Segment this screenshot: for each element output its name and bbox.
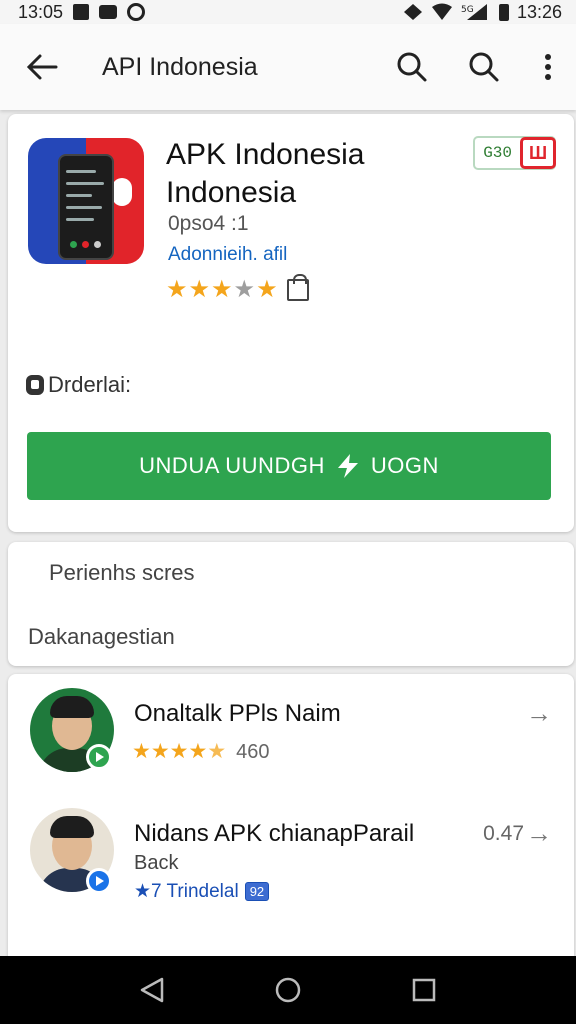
install-button[interactable]: UNDUA UUNDGH UOGN	[27, 432, 551, 500]
nav-home-button[interactable]	[258, 960, 318, 1020]
play-badge-icon	[86, 744, 112, 770]
more-vert-icon	[545, 54, 551, 80]
search-button-2[interactable]	[448, 24, 520, 110]
star-half-icon: ★	[207, 740, 227, 763]
list-item-blue-text: ★7 Trindelal	[134, 881, 239, 902]
circle-home-icon	[275, 977, 301, 1003]
app-meta: 0pso4 :1	[168, 212, 249, 235]
search-icon	[469, 52, 499, 82]
description-row[interactable]: Dakanagestian	[28, 624, 175, 650]
data-icon	[403, 4, 422, 20]
arrow-right-icon[interactable]: →	[526, 818, 552, 849]
install-button-suffix: UOGN	[370, 453, 439, 478]
svg-text:5G: 5G	[461, 5, 474, 15]
app-bar-title: API Indonesia	[102, 52, 258, 81]
star-icon: ★	[132, 740, 151, 763]
bolt-icon	[337, 454, 358, 478]
info-card: Perienhs scres Dakanagestian	[8, 542, 574, 666]
signal-icon: 5G	[461, 4, 487, 20]
badge-text: G30	[483, 144, 512, 162]
star-icon: ★	[166, 276, 188, 303]
download-label-text: Drderlai:	[48, 372, 132, 397]
wifi-icon	[431, 3, 452, 20]
status-bar: 13:05 5G 13:26	[0, 0, 576, 24]
list-item-subtitle: Back	[134, 852, 179, 874]
app-title: APK Indonesia Indonesia	[166, 138, 365, 209]
list-item-chip: 92	[244, 882, 270, 901]
back-button[interactable]	[0, 24, 84, 110]
developer-link[interactable]: Adonnieih. afil	[168, 244, 287, 266]
nav-recents-button[interactable]	[394, 960, 454, 1020]
app-rating: ★ ★ ★ ★ ★	[166, 274, 309, 303]
app-icon[interactable]	[28, 138, 144, 264]
badge-icon: Ш	[520, 137, 556, 169]
status-time-right: 13:26	[516, 1, 562, 22]
list-item-rating: ★ ★ ★ ★ ★ 460	[132, 740, 270, 764]
list-item-number: 0.47	[483, 822, 524, 845]
star-icon: ★	[211, 276, 233, 303]
content-rating-badge: G30 Ш	[473, 136, 556, 170]
battery-icon	[498, 3, 509, 21]
star-icon: ★	[256, 276, 278, 303]
chat-bubble-icon	[112, 178, 132, 206]
notification-icon	[73, 4, 90, 20]
star-icon: ★	[188, 740, 208, 763]
download-label: Drderlai:	[26, 372, 131, 398]
more-options-button[interactable]	[520, 24, 576, 110]
list-item[interactable]: Nidans APK chianapParail 0.47 → Back ★7 …	[8, 800, 574, 950]
download-info-icon	[26, 375, 44, 395]
related-apps-card: Onaltalk PPls Naim ★ ★ ★ ★ ★ 460 → Nidan…	[8, 674, 574, 964]
list-item[interactable]: Onaltalk PPls Naim ★ ★ ★ ★ ★ 460 →	[8, 674, 574, 784]
phone-icon	[58, 154, 114, 260]
rating-value: 460	[236, 740, 270, 763]
shopping-bag-icon	[286, 274, 309, 301]
star-icon: ★	[150, 740, 170, 763]
star-icon: ★	[233, 276, 256, 303]
status-time-left: 13:05	[18, 1, 64, 22]
list-item-title: Nidans APK chianapParail	[134, 820, 415, 847]
app-details-card: APK Indonesia Indonesia 0pso4 :1 Adonnie…	[8, 114, 574, 532]
arrow-right-icon[interactable]: →	[526, 698, 552, 729]
star-icon: ★	[169, 740, 189, 763]
nav-back-button[interactable]	[122, 960, 182, 1020]
search-icon	[397, 52, 427, 82]
list-item-title: Onaltalk PPls Naim	[134, 700, 341, 727]
triangle-back-icon	[140, 977, 164, 1003]
star-icon: ★	[188, 276, 211, 303]
app-bar: API Indonesia	[0, 24, 576, 110]
list-item-meta: ★7 Trindelal 92	[134, 880, 270, 903]
play-badge-icon	[86, 868, 112, 894]
permissions-row[interactable]: Perienhs scres	[49, 560, 195, 586]
square-recents-icon	[412, 978, 436, 1002]
search-button[interactable]	[376, 24, 448, 110]
sync-icon	[127, 3, 146, 21]
arrow-left-icon	[26, 54, 58, 80]
system-nav-bar	[0, 956, 576, 1024]
install-button-label: UNDUA UUNDGH	[139, 453, 325, 478]
cast-icon	[99, 5, 118, 19]
